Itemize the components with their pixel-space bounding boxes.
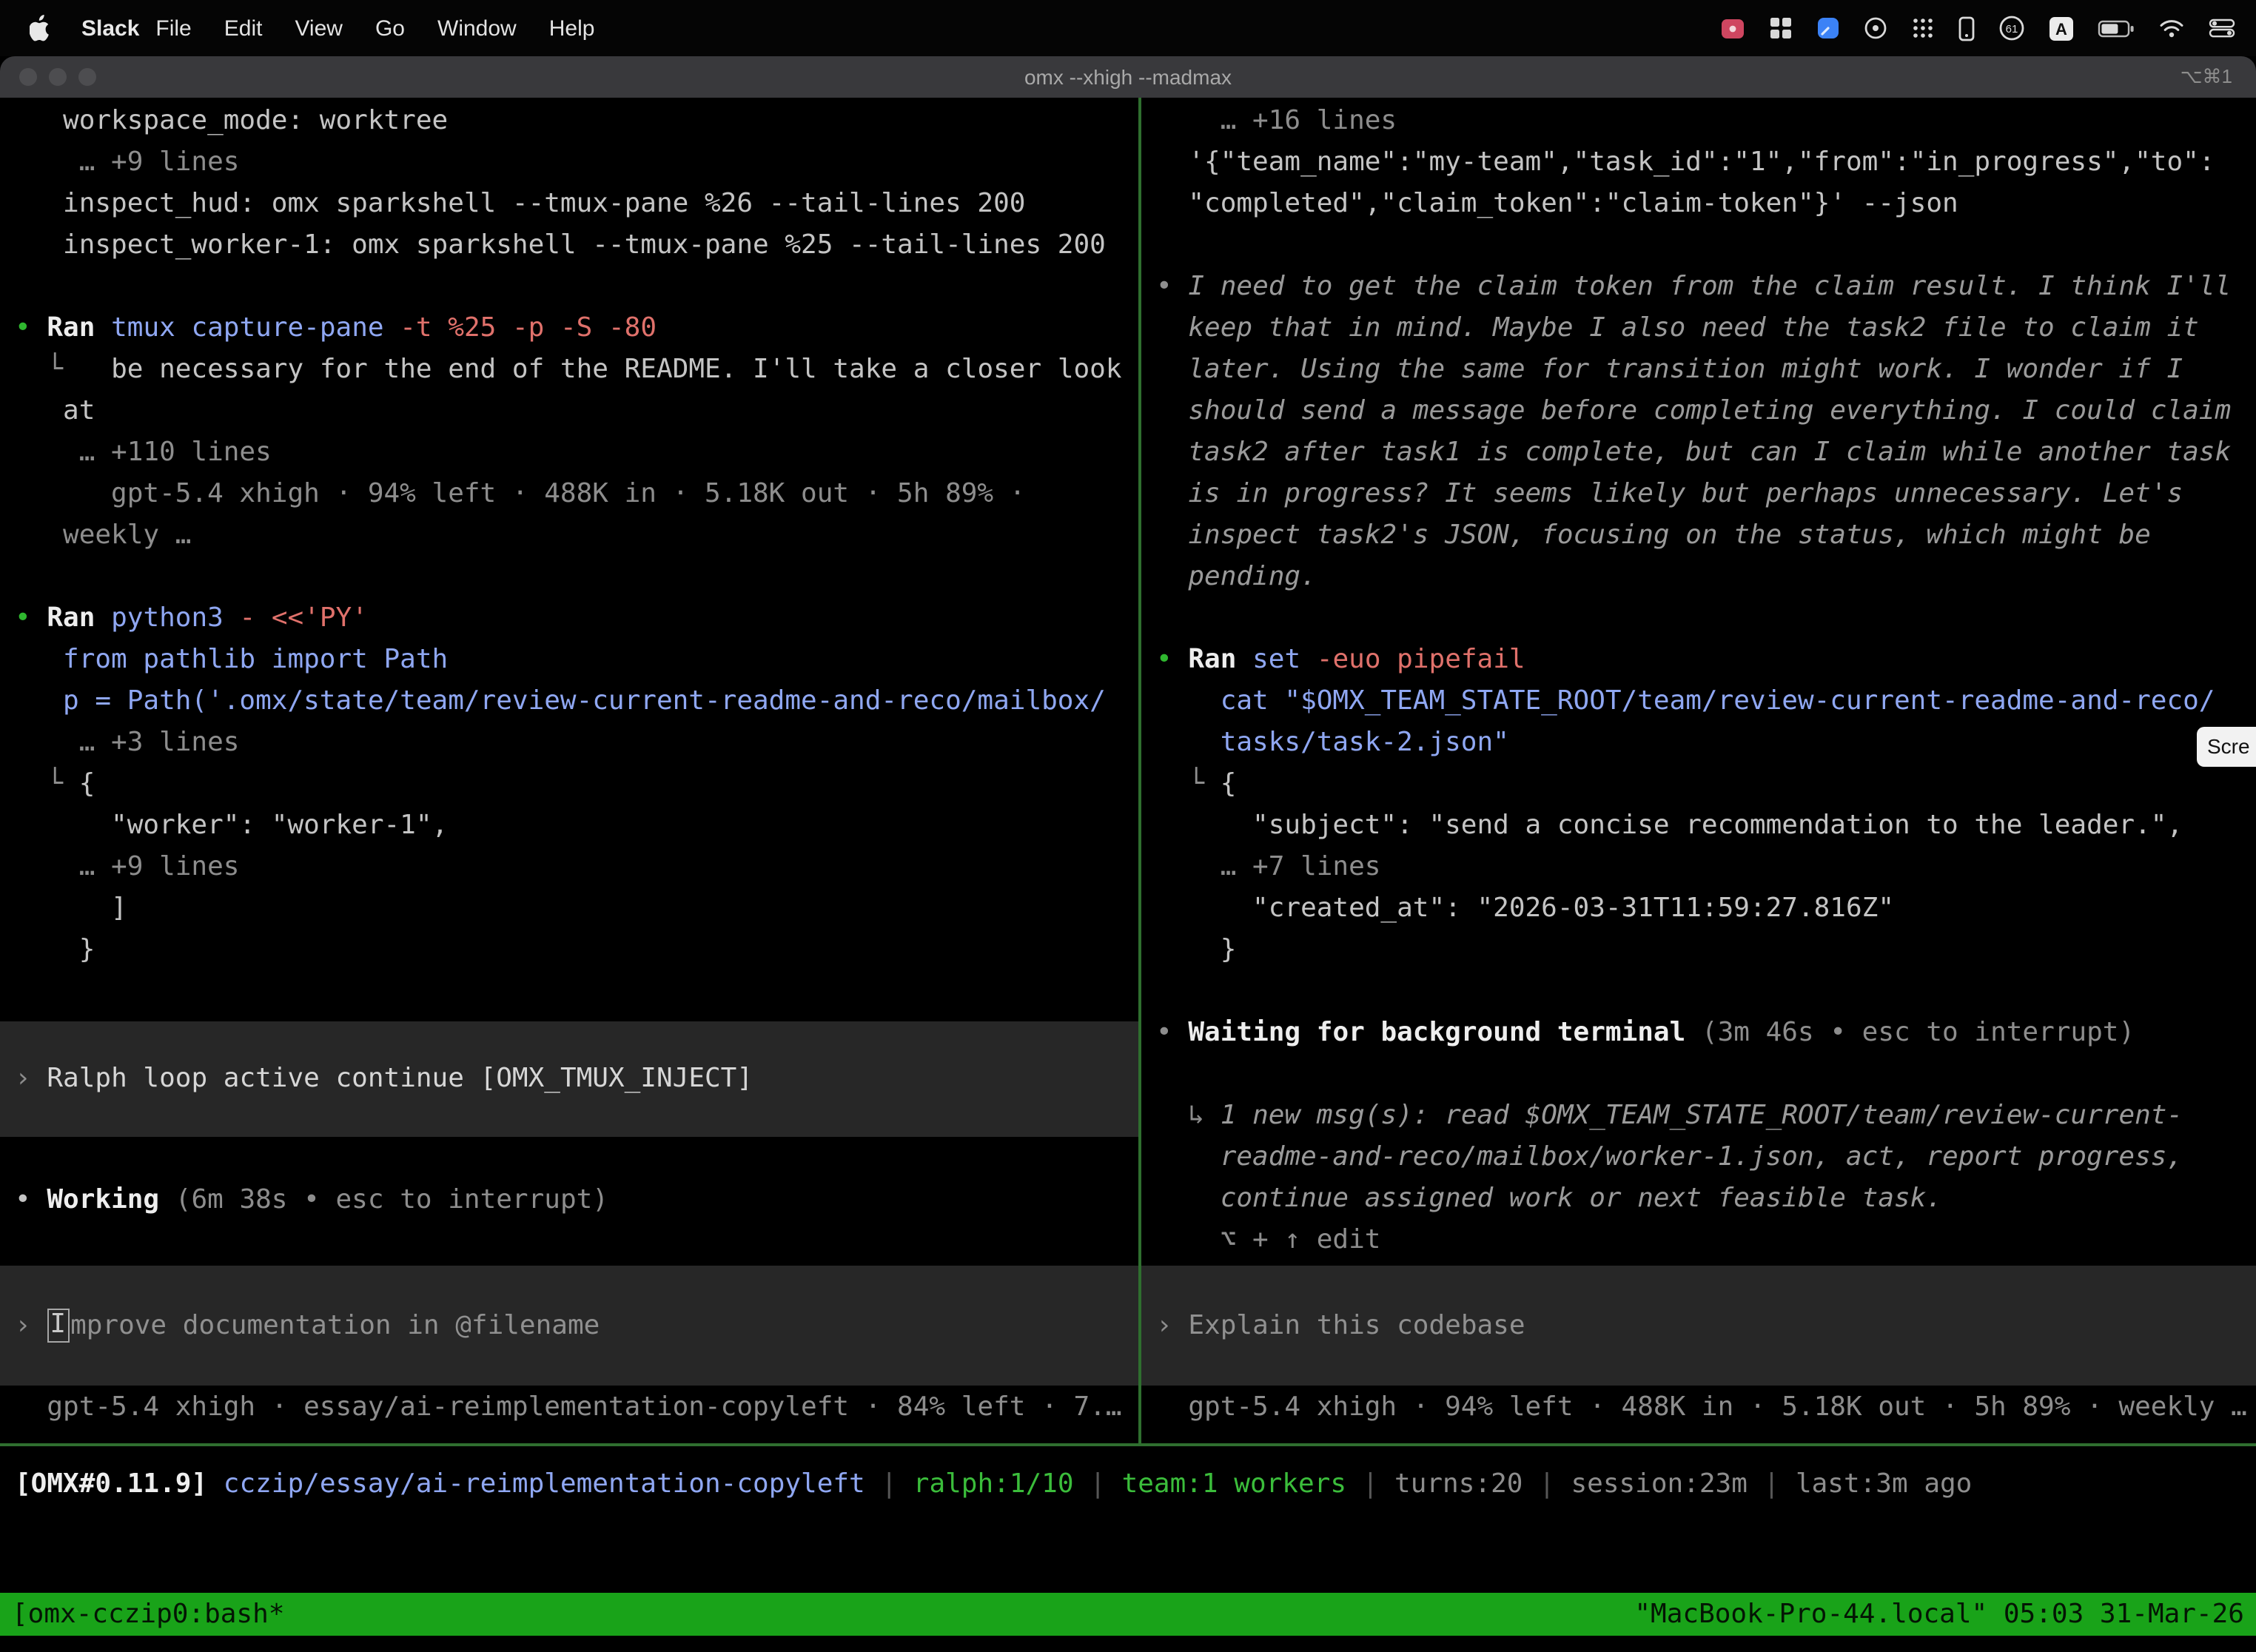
menu-help[interactable]: Help — [533, 16, 611, 41]
left-tmux-capture-block: • Ran tmux capture-pane -t %25 -p -S -80… — [0, 308, 1138, 557]
prompt-input-left[interactable]: › Improve documentation in @filename — [0, 1266, 1138, 1386]
pane-bottom-border — [0, 1443, 2256, 1446]
input-source-label: A — [2055, 19, 2067, 38]
prompt-input-left-text: › Improve documentation in @filename — [0, 1305, 1138, 1346]
battery-icon[interactable] — [2098, 19, 2135, 38]
minimize-button[interactable] — [49, 68, 67, 86]
terminal-content: workspace_mode: worktree … +9 lines insp… — [0, 98, 2256, 1443]
screen-recording-indicator-icon[interactable] — [1720, 17, 1745, 39]
screen: Slack File Edit View Go Window Help 61 A… — [0, 0, 2256, 1652]
ralph-loop-banner: › Ralph loop active continue [OMX_TMUX_I… — [0, 1021, 1138, 1137]
mailbox-message-block: ↳ 1 new msg(s): read $OMX_TEAM_STATE_ROO… — [1141, 1095, 2256, 1261]
model-status-right: gpt-5.4 xhigh · 94% left · 488K in · 5.1… — [1141, 1387, 2256, 1428]
omx-status-bar: [OMX#0.11.9] cczip/essay/ai-reimplementa… — [0, 1464, 2256, 1505]
zoom-button[interactable] — [78, 68, 96, 86]
apple-icon — [30, 15, 52, 41]
battery-pct-label: 61 — [2006, 23, 2018, 36]
circle-app-icon[interactable] — [1864, 16, 1887, 40]
left-python-block: • Ran python3 - <<'PY' from pathlib impo… — [0, 598, 1138, 971]
thinking-block: • I need to get the claim token from the… — [1141, 266, 2256, 598]
tmux-host-time: "MacBook-Pro-44.local" 05:03 31-Mar-26 — [1634, 1593, 2244, 1636]
grid-icon[interactable] — [1769, 16, 1793, 40]
left-pane: workspace_mode: worktree … +9 lines insp… — [0, 98, 1138, 1443]
wifi-icon[interactable] — [2158, 18, 2185, 38]
phone-icon[interactable] — [1958, 16, 1975, 41]
menu-view[interactable]: View — [278, 16, 359, 41]
menu-edit[interactable]: Edit — [208, 16, 279, 41]
screen-share-popup[interactable]: Scre — [2197, 727, 2256, 767]
task-json-block: • Ran set -euo pipefail cat "$OMX_TEAM_S… — [1141, 639, 2256, 971]
prompt-input-right-text: › Explain this codebase — [1141, 1305, 2256, 1346]
tmux-session-label: [omx-cczip0:bash* — [12, 1593, 284, 1636]
left-config-block: workspace_mode: worktree … +9 lines insp… — [0, 101, 1138, 266]
waiting-status-line: • Waiting for background terminal (3m 46… — [1141, 1013, 2256, 1054]
close-button[interactable] — [19, 68, 37, 86]
apple-menu[interactable] — [30, 15, 52, 41]
right-output-block: … +16 lines '{"team_name":"my-team","tas… — [1141, 101, 2256, 225]
menu-window[interactable]: Window — [421, 16, 533, 41]
menu-status-icons: 61 A — [1720, 15, 2235, 41]
tmux-status-bar: [omx-cczip0:bash* "MacBook-Pro-44.local"… — [0, 1593, 2256, 1636]
dots-grid-icon[interactable] — [1911, 16, 1935, 40]
prompt-input-right[interactable]: › Explain this codebase — [1141, 1266, 2256, 1386]
ralph-loop-line: › Ralph loop active continue [OMX_TMUX_I… — [0, 1058, 1138, 1100]
window-title: omx --xhigh --madmax — [0, 56, 2256, 98]
menu-bar: Slack File Edit View Go Window Help 61 A — [0, 0, 2256, 56]
menu-file[interactable]: File — [139, 16, 207, 41]
input-source-icon[interactable]: A — [2049, 16, 2074, 41]
right-pane: … +16 lines '{"team_name":"my-team","tas… — [1141, 98, 2256, 1443]
working-status-line: • Working (6m 38s • esc to interrupt) — [0, 1180, 1138, 1221]
window-titlebar[interactable]: omx --xhigh --madmax ⌥⌘1 — [0, 56, 2256, 98]
menu-go[interactable]: Go — [359, 16, 421, 41]
model-status-left: gpt-5.4 xhigh · essay/ai-reimplementatio… — [0, 1387, 1138, 1428]
control-center-icon[interactable] — [2209, 18, 2235, 38]
battery-gauge-61-icon[interactable]: 61 — [1998, 15, 2025, 41]
terminal-window: omx --xhigh --madmax ⌥⌘1 workspace_mode:… — [0, 56, 2256, 1652]
raycast-icon[interactable] — [1816, 16, 1840, 40]
window-shortcut-hint: ⌥⌘1 — [2181, 56, 2232, 98]
app-menu-slack[interactable]: Slack — [81, 16, 139, 41]
